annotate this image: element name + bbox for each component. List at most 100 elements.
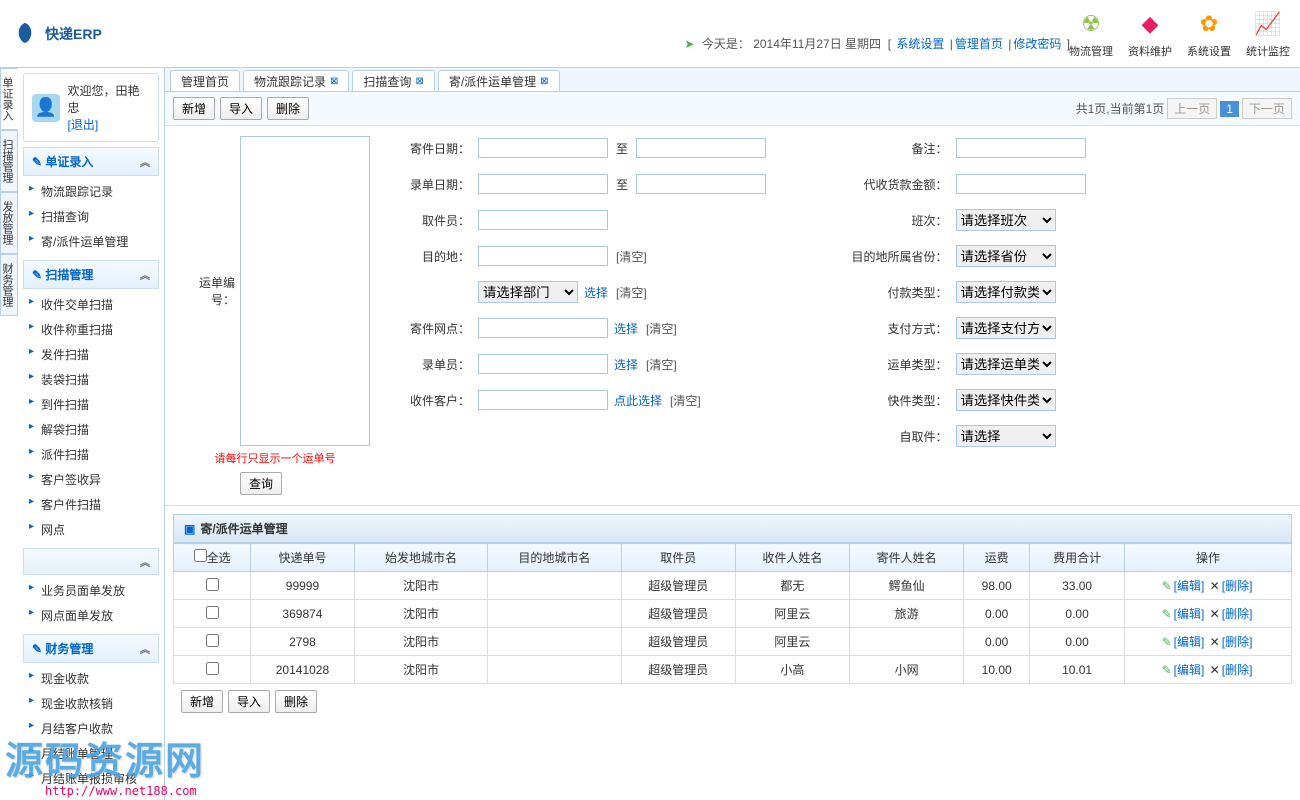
text-input[interactable] bbox=[478, 210, 608, 230]
menu-item[interactable]: 客户件扫描 bbox=[23, 492, 159, 517]
clear-link[interactable]: [清空] bbox=[616, 284, 647, 301]
delete-button[interactable]: 删除 bbox=[267, 97, 309, 120]
row-checkbox[interactable] bbox=[206, 634, 219, 647]
vtab-dispatch[interactable]: 发放管理 bbox=[0, 192, 18, 254]
delete-link[interactable]: [删除] bbox=[1222, 635, 1253, 649]
nav-logistics[interactable]: ☢物流管理 bbox=[1069, 8, 1113, 59]
dept-select[interactable]: 请选择部门 bbox=[478, 281, 578, 303]
nav-data[interactable]: ◆资料维护 bbox=[1128, 8, 1172, 59]
logout-link[interactable]: [退出] bbox=[68, 118, 99, 132]
row-checkbox[interactable] bbox=[206, 662, 219, 675]
menu-item[interactable]: 物流跟踪记录 bbox=[23, 179, 159, 204]
menu-header[interactable]: ✎ 扫描管理︽ bbox=[23, 260, 159, 289]
import-button-2[interactable]: 导入 bbox=[228, 690, 270, 713]
date-from-input[interactable] bbox=[478, 174, 608, 194]
close-icon[interactable]: ⊠ bbox=[330, 76, 338, 87]
next-page[interactable]: 下一页 bbox=[1242, 98, 1292, 119]
select-input[interactable]: 请选择运单类型 bbox=[956, 353, 1056, 375]
date-value: 2014年11月27日 星期四 bbox=[753, 37, 881, 51]
menu-header[interactable]: ︽ bbox=[23, 548, 159, 575]
clear-link[interactable]: [清空] bbox=[646, 356, 677, 373]
close-icon[interactable]: ⊠ bbox=[415, 76, 423, 87]
delete-link[interactable]: [删除] bbox=[1222, 607, 1253, 621]
menu-item[interactable]: 收件交单扫描 bbox=[23, 292, 159, 317]
date-to-input[interactable] bbox=[636, 174, 766, 194]
import-button[interactable]: 导入 bbox=[220, 97, 262, 120]
menu-item[interactable]: 月结账单管理 bbox=[23, 741, 159, 766]
menu-item[interactable]: 装袋扫描 bbox=[23, 367, 159, 392]
row-checkbox[interactable] bbox=[206, 606, 219, 619]
select-input[interactable]: 请选择 bbox=[956, 425, 1056, 447]
menu-item[interactable]: 现金收款核销 bbox=[23, 691, 159, 716]
tab-scan-query[interactable]: 扫描查询⊠ bbox=[352, 70, 434, 91]
text-input[interactable] bbox=[478, 390, 608, 410]
date-to-input[interactable] bbox=[636, 138, 766, 158]
choose-link[interactable]: 选择 bbox=[614, 320, 638, 337]
link-sys-settings[interactable]: 系统设置 bbox=[896, 37, 944, 51]
add-button-2[interactable]: 新增 bbox=[181, 690, 223, 713]
delete-link[interactable]: [删除] bbox=[1222, 663, 1253, 677]
menu-header[interactable]: ✎ 单证录入︽ bbox=[23, 147, 159, 176]
link-admin-home[interactable]: 管理首页 bbox=[955, 37, 1003, 51]
edit-link[interactable]: [编辑] bbox=[1174, 663, 1205, 677]
menu-header[interactable]: ✎ 财务管理︽ bbox=[23, 634, 159, 663]
menu-item[interactable]: 客户签收异 bbox=[23, 467, 159, 492]
prev-page[interactable]: 上一页 bbox=[1167, 98, 1217, 119]
nav-settings[interactable]: ✿系统设置 bbox=[1187, 8, 1231, 59]
tab-tracking[interactable]: 物流跟踪记录⊠ bbox=[243, 70, 349, 91]
select-all-checkbox[interactable] bbox=[194, 549, 207, 562]
query-button[interactable]: 查询 bbox=[240, 472, 282, 495]
clear-link[interactable]: [清空] bbox=[646, 320, 677, 337]
vtab-scan[interactable]: 扫描管理 bbox=[0, 130, 18, 192]
menu-item[interactable]: 收件称重扫描 bbox=[23, 317, 159, 342]
select-input[interactable]: 请选择支付方式 bbox=[956, 317, 1056, 339]
waybill-textarea[interactable] bbox=[240, 136, 370, 446]
menu-item[interactable]: 网点面单发放 bbox=[23, 603, 159, 628]
edit-link[interactable]: [编辑] bbox=[1174, 635, 1205, 649]
menu-item[interactable]: 扫描查询 bbox=[23, 204, 159, 229]
tab-waybill[interactable]: 寄/派件运单管理⊠ bbox=[438, 70, 560, 91]
select-here-link[interactable]: 点此选择 bbox=[614, 392, 662, 409]
menu-item[interactable]: 发件扫描 bbox=[23, 342, 159, 367]
delete-button-2[interactable]: 删除 bbox=[275, 690, 317, 713]
nav-stats[interactable]: 📈统计监控 bbox=[1246, 8, 1290, 59]
row-checkbox[interactable] bbox=[206, 578, 219, 591]
menu-item[interactable]: 网点 bbox=[23, 517, 159, 542]
select-input[interactable]: 请选择省份 bbox=[956, 245, 1056, 267]
choose-link[interactable]: 选择 bbox=[614, 356, 638, 373]
menu-item[interactable]: 派件扫描 bbox=[23, 442, 159, 467]
user-box: 👤 欢迎您，田艳忠 [退出] bbox=[23, 73, 159, 142]
clear-link[interactable]: [清空] bbox=[670, 392, 701, 409]
select-input[interactable]: 请选择付款类型 bbox=[956, 281, 1056, 303]
menu-item[interactable]: 业务员面单发放 bbox=[23, 578, 159, 603]
vtab-finance[interactable]: 财务管理 bbox=[0, 254, 18, 316]
column-header: 取件员 bbox=[621, 544, 735, 572]
table-row: 20141028沈阳市超级管理员小高小网10.0010.01✎[编辑] ✕[删除… bbox=[174, 656, 1292, 684]
text-input[interactable] bbox=[478, 246, 608, 266]
tab-home[interactable]: 管理首页 bbox=[170, 70, 240, 91]
delete-link[interactable]: [删除] bbox=[1222, 579, 1253, 593]
text-input[interactable] bbox=[956, 174, 1086, 194]
text-input[interactable] bbox=[478, 354, 608, 374]
menu-item[interactable]: 现金收款 bbox=[23, 666, 159, 691]
date-from-input[interactable] bbox=[478, 138, 608, 158]
column-header[interactable]: 全选 bbox=[174, 544, 251, 572]
menu-item[interactable]: 解袋扫描 bbox=[23, 417, 159, 442]
choose-link[interactable]: 选择 bbox=[584, 284, 608, 301]
edit-link[interactable]: [编辑] bbox=[1174, 579, 1205, 593]
add-button[interactable]: 新增 bbox=[173, 97, 215, 120]
column-header: 操作 bbox=[1125, 544, 1292, 572]
text-input[interactable] bbox=[478, 318, 608, 338]
clear-link[interactable]: [清空] bbox=[616, 248, 647, 265]
edit-link[interactable]: [编辑] bbox=[1174, 607, 1205, 621]
select-input[interactable]: 请选择班次 bbox=[956, 209, 1056, 231]
menu-item[interactable]: 到件扫描 bbox=[23, 392, 159, 417]
select-input[interactable]: 请选择快件类型 bbox=[956, 389, 1056, 411]
close-icon[interactable]: ⊠ bbox=[540, 76, 548, 87]
link-change-pwd[interactable]: 修改密码 bbox=[1013, 37, 1061, 51]
vtab-entry[interactable]: 单证录入 bbox=[0, 68, 18, 130]
menu-item[interactable]: 月结账单报损审核 bbox=[23, 766, 159, 791]
text-input[interactable] bbox=[956, 138, 1086, 158]
menu-item[interactable]: 月结客户收款 bbox=[23, 716, 159, 741]
menu-item[interactable]: 寄/派件运单管理 bbox=[23, 229, 159, 254]
